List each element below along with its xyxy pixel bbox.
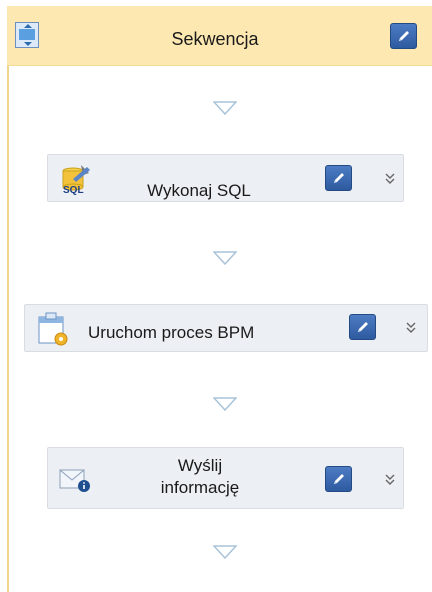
mail-info-icon — [58, 467, 92, 493]
step-send-information-label-line1: Wyślij — [177, 456, 223, 475]
step-execute-sql-edit-button[interactable] — [325, 165, 352, 191]
workflow-canvas: Sekwencja SQL Wykonaj SQL Uruchom proces… — [0, 0, 432, 592]
step-send-information-edit-button[interactable] — [325, 466, 352, 492]
sql-icon: SQL — [59, 163, 95, 196]
sequence-edit-button[interactable] — [390, 23, 417, 49]
bpm-process-icon — [36, 311, 70, 347]
flow-arrow-icon — [213, 101, 237, 115]
step-run-bpm-process-edit-button[interactable] — [349, 314, 376, 340]
expand-chevron-icon[interactable] — [403, 319, 419, 335]
step-send-information-label-line2: informację — [160, 478, 240, 497]
expand-chevron-icon[interactable] — [382, 170, 398, 186]
sequence-title: Sekwencja — [171, 29, 259, 49]
sequence-icon — [15, 22, 39, 48]
step-execute-sql-label: Wykonaj SQL — [147, 181, 251, 200]
expand-chevron-icon[interactable] — [382, 471, 398, 487]
flow-arrow-icon — [213, 397, 237, 411]
flow-arrow-icon — [213, 251, 237, 265]
flow-arrow-icon — [213, 545, 237, 559]
step-run-bpm-process-label: Uruchom proces BPM — [88, 323, 255, 342]
pencil-icon — [333, 173, 344, 183]
pencil-icon — [333, 474, 344, 484]
pencil-icon — [398, 31, 409, 41]
step-send-information-label: Wyślij informację — [145, 455, 255, 499]
svg-text:SQL: SQL — [63, 185, 84, 195]
pencil-icon — [357, 322, 368, 332]
